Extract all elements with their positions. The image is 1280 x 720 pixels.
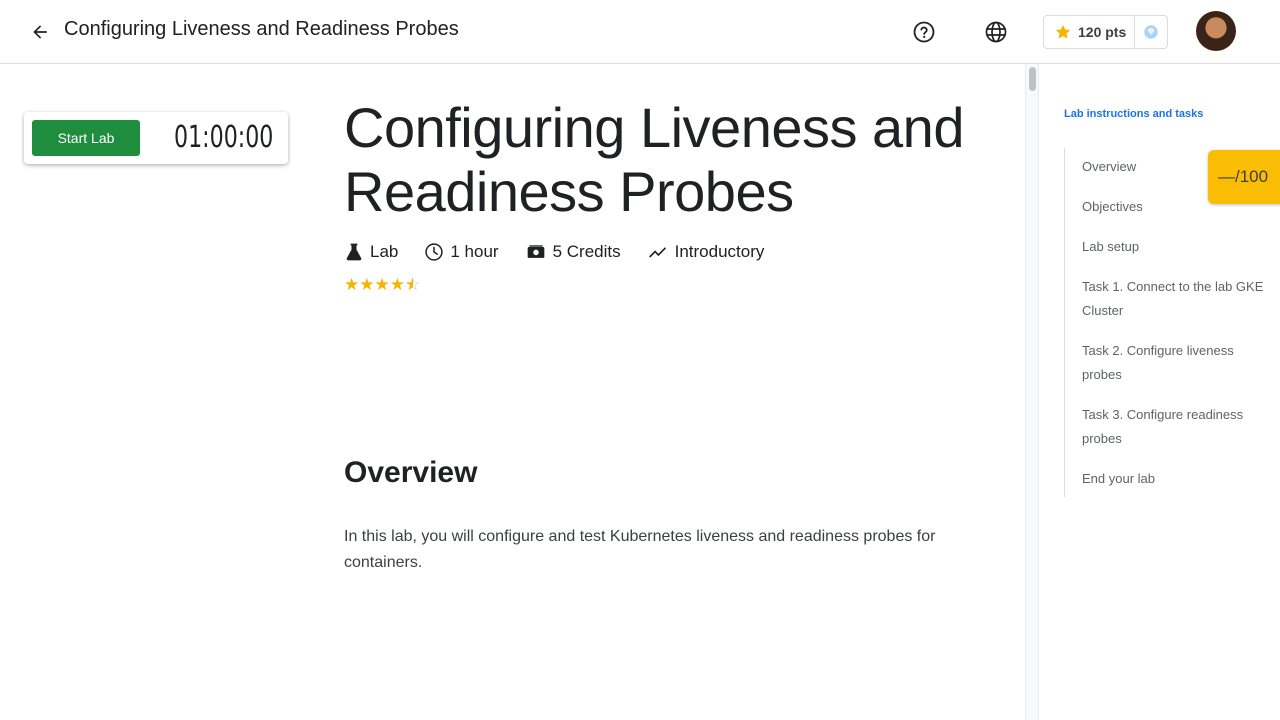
lab-control-card: Start Lab 01:00:00: [24, 112, 288, 164]
toc-item-task-2[interactable]: Task 2. Configure liveness probes: [1082, 339, 1264, 387]
star-icon: ★: [389, 274, 405, 294]
star-icon: ★: [374, 274, 390, 294]
star-icon: ★: [344, 274, 360, 294]
meta-level-label: Introductory: [674, 242, 765, 261]
overview-text: In this lab, you will configure and test…: [344, 528, 936, 571]
meta-duration-label: 1 hour: [450, 242, 499, 261]
top-app-bar: Configuring Liveness and Readiness Probe…: [0, 0, 1280, 64]
back-button[interactable]: [24, 16, 56, 48]
money-icon: [527, 245, 544, 258]
rating-stars: ★ ★ ★ ★ ☆★: [344, 274, 1004, 294]
points-indicator[interactable]: 120 pts: [1043, 15, 1168, 49]
score-badge[interactable]: —/100: [1208, 150, 1280, 204]
star-icon: ★: [359, 274, 375, 294]
lab-meta: Lab 1 hour 5 Credits Introductory: [344, 238, 1004, 266]
points-main: 120 pts: [1044, 16, 1136, 48]
toc-item-end-lab[interactable]: End your lab: [1082, 467, 1264, 491]
points-value: 120 pts: [1078, 24, 1127, 40]
globe-icon: [985, 21, 1007, 43]
header-title: Configuring Liveness and Readiness Probe…: [64, 18, 459, 40]
meta-duration: 1 hour: [424, 242, 499, 262]
start-lab-button[interactable]: Start Lab: [32, 120, 140, 156]
meta-level: Introductory: [647, 242, 765, 262]
toc-heading: Lab instructions and tasks: [1064, 108, 1204, 120]
page-title: Configuring Liveness and Readiness Probe…: [344, 96, 964, 223]
trending-icon: [648, 247, 666, 258]
star-half-icon: ☆★: [405, 274, 421, 294]
meta-credits: 5 Credits: [525, 242, 621, 262]
language-button[interactable]: [980, 16, 1012, 48]
toc-item-task-3[interactable]: Task 3. Configure readiness probes: [1082, 403, 1264, 451]
gem-container: [1135, 16, 1167, 48]
star-icon: [1055, 24, 1071, 39]
overview-heading: Overview: [344, 456, 478, 489]
content-scrollbar[interactable]: [1025, 64, 1039, 720]
arrow-back-icon: [33, 25, 47, 39]
clock-icon: [425, 243, 444, 261]
meta-credits-label: 5 Credits: [552, 242, 621, 261]
toc-item-task-1[interactable]: Task 1. Connect to the lab GKE Cluster: [1082, 275, 1264, 323]
help-button[interactable]: [908, 16, 940, 48]
meta-type-label: Lab: [370, 242, 399, 261]
scrollbar-thumb[interactable]: [1029, 67, 1036, 91]
toc-item-lab-setup[interactable]: Lab setup: [1082, 235, 1264, 259]
avatar[interactable]: [1196, 11, 1236, 51]
help-circle-icon: [913, 21, 935, 43]
lab-content: Configuring Liveness and Readiness Probe…: [344, 96, 1004, 294]
meta-type: Lab: [344, 242, 398, 262]
lab-timer: 01:00:00: [174, 120, 274, 155]
flask-icon: [346, 243, 362, 261]
gem-icon: [1144, 25, 1158, 39]
